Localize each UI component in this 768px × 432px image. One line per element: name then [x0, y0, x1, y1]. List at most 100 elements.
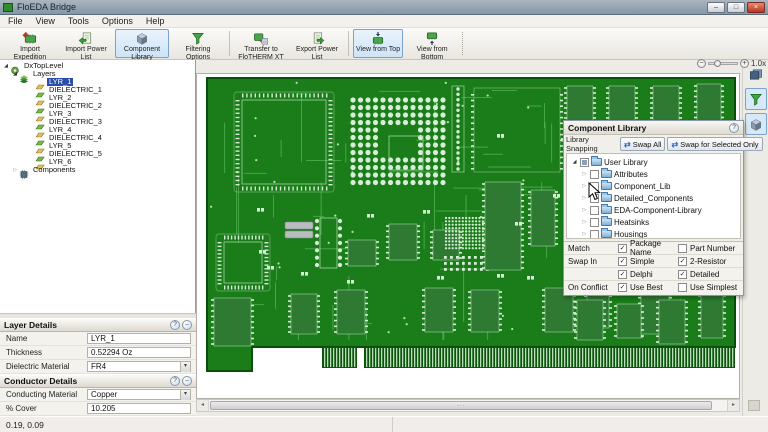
tree-node-dxtoplevel[interactable]: ◢DxTopLevel [0, 62, 195, 70]
swap-selected-button[interactable]: ⇄ Swap for Selected Only [667, 137, 762, 151]
option-use-best[interactable]: ✓Use Best [618, 283, 678, 292]
tree-node-dielectric-1[interactable]: DIELECTRIC_1 [0, 86, 195, 94]
tree-node-lyr-6[interactable]: LYR_6 [0, 158, 195, 166]
export-power-list-button[interactable]: Export Power List [290, 29, 344, 58]
tree-node-dielectric-3[interactable]: DIELECTRIC_3 [0, 118, 195, 126]
chevron-down-icon[interactable]: ▾ [180, 362, 190, 372]
percent-cover-field[interactable]: 10.205 [87, 403, 191, 414]
tree-node-layers[interactable]: ◢Layers [0, 70, 195, 78]
cursor-coordinates: 0.19, 0.09 [0, 417, 393, 432]
checkbox[interactable] [580, 158, 589, 167]
menu-options[interactable]: Options [97, 16, 141, 26]
checkbox[interactable] [678, 244, 687, 253]
layer-thickness-field[interactable]: 0.52294 Oz [87, 347, 191, 358]
chevron-down-icon[interactable]: ▾ [180, 390, 190, 400]
expand-closed-icon[interactable]: ▷ [581, 183, 588, 189]
checkbox[interactable] [590, 170, 599, 179]
maximize-button[interactable]: □ [727, 2, 745, 13]
checkbox[interactable]: ✓ [678, 257, 687, 266]
view-from-bottom-button[interactable]: View from Bottom [405, 29, 459, 58]
menu-tools[interactable]: Tools [63, 16, 97, 26]
horizontal-scrollbar[interactable]: ◂ ∙∙∙ ▸ [196, 399, 740, 412]
help-icon[interactable]: ? [729, 123, 739, 133]
library-node-attributes[interactable]: ▷Attributes [567, 168, 740, 180]
checkbox[interactable] [590, 206, 599, 215]
close-button[interactable]: × [747, 2, 765, 13]
help-icon[interactable]: ? [170, 320, 180, 330]
scroll-left-icon[interactable]: ◂ [197, 400, 209, 411]
filtering-options-button[interactable]: Filtering Options [171, 29, 225, 58]
expand-closed-icon[interactable]: ▷ [11, 167, 19, 173]
expand-closed-icon[interactable]: ▷ [581, 207, 588, 213]
checkbox[interactable]: ✓ [618, 244, 627, 253]
scrollbar-track[interactable]: ∙∙∙ [209, 400, 727, 411]
tree-node-dielectric-5[interactable]: DIELECTRIC_5 [0, 150, 195, 158]
library-node-detailed-components-label: Detailed_Components [614, 194, 693, 203]
conducting-material-label: Conducting Material [0, 390, 87, 399]
menu-view[interactable]: View [31, 16, 63, 26]
toolbar-separator [348, 31, 349, 56]
import-expedition-button[interactable]: Import Expedition [3, 29, 57, 58]
expand-open-icon[interactable]: ◢ [571, 159, 578, 165]
component-library-button[interactable]: Component Library [115, 29, 169, 58]
conducting-material-select[interactable]: Copper ▾ [87, 389, 191, 400]
zoom-in-icon[interactable]: + [740, 59, 749, 68]
scrollbar-thumb[interactable]: ∙∙∙ [210, 401, 712, 410]
folder-icon [601, 230, 612, 238]
menu-file[interactable]: File [3, 16, 31, 26]
option-part-number[interactable]: Part Number [678, 244, 743, 253]
expand-closed-icon[interactable]: ▷ [581, 171, 588, 177]
dock-component-library-button[interactable] [745, 113, 767, 135]
library-snapping-label: Library Snapping [566, 135, 618, 153]
zoom-out-icon[interactable]: − [697, 59, 706, 68]
scroll-right-icon[interactable]: ▸ [727, 400, 739, 411]
collapse-icon[interactable]: – [182, 376, 192, 386]
delphi-label: Delphi [630, 270, 653, 279]
zoom-slider[interactable] [708, 62, 738, 65]
option-package-name[interactable]: ✓Package Name [618, 239, 678, 257]
help-icon[interactable]: ? [170, 376, 180, 386]
component-library-icon [133, 31, 151, 46]
folder-icon [601, 206, 612, 214]
layer-name-field[interactable]: LYR_1 [87, 333, 191, 344]
toolbar-grip[interactable] [462, 32, 466, 55]
option-2-resistor[interactable]: ✓2-Resistor [678, 257, 743, 266]
expand-open-icon[interactable]: ◢ [2, 63, 10, 69]
tree-node-dielectric-2[interactable]: DIELECTRIC_2 [0, 102, 195, 110]
checkbox[interactable]: ✓ [678, 270, 687, 279]
minimize-button[interactable]: – [707, 2, 725, 13]
import-power-list-button[interactable]: Import Power List [59, 29, 113, 58]
collapse-icon[interactable]: – [182, 320, 192, 330]
tree-node-components[interactable]: ▷Components [0, 166, 195, 174]
checkbox[interactable]: ✓ [618, 257, 627, 266]
expand-open-icon[interactable]: ◢ [11, 71, 19, 77]
expand-closed-icon[interactable]: ▷ [581, 219, 588, 225]
library-node-housings[interactable]: ▷Housings [567, 228, 740, 239]
expand-closed-icon[interactable]: ▷ [581, 231, 588, 237]
option-use-simplest[interactable]: Use Simplest [678, 283, 743, 292]
menu-help[interactable]: Help [141, 16, 173, 26]
folder-icon [601, 194, 612, 202]
tree-node-dielectric-4[interactable]: DIELECTRIC_4 [0, 134, 195, 142]
option-detailed[interactable]: ✓Detailed [678, 270, 743, 279]
resize-corner[interactable] [748, 400, 760, 411]
checkbox[interactable] [678, 283, 687, 292]
dock-filtering-options-button[interactable] [745, 88, 767, 110]
component-library-titlebar[interactable]: Component Library ? [564, 121, 743, 135]
expand-closed-icon[interactable]: ▷ [581, 195, 588, 201]
zoom-slider-thumb[interactable] [714, 60, 721, 67]
view-from-top-button[interactable]: View from Top [353, 29, 403, 58]
folder-icon [591, 158, 602, 166]
library-node-user-library[interactable]: ◢User Library [567, 156, 740, 168]
checkbox[interactable] [590, 218, 599, 227]
checkbox[interactable] [590, 230, 599, 239]
checkbox[interactable]: ✓ [618, 270, 627, 279]
dielectric-material-select[interactable]: FR4 ▾ [87, 361, 191, 372]
checkbox[interactable]: ✓ [618, 283, 627, 292]
dielectric-material-value: FR4 [91, 362, 106, 371]
option-simple[interactable]: ✓Simple [618, 257, 678, 266]
swap-all-button[interactable]: ⇄ Swap All [620, 137, 665, 151]
transfer-to-flotherm-xt-button[interactable]: Transfer to FloTHERM XT [234, 29, 288, 58]
library-node-heatsinks[interactable]: ▷Heatsinks [567, 216, 740, 228]
option-delphi[interactable]: ✓Delphi [618, 270, 678, 279]
